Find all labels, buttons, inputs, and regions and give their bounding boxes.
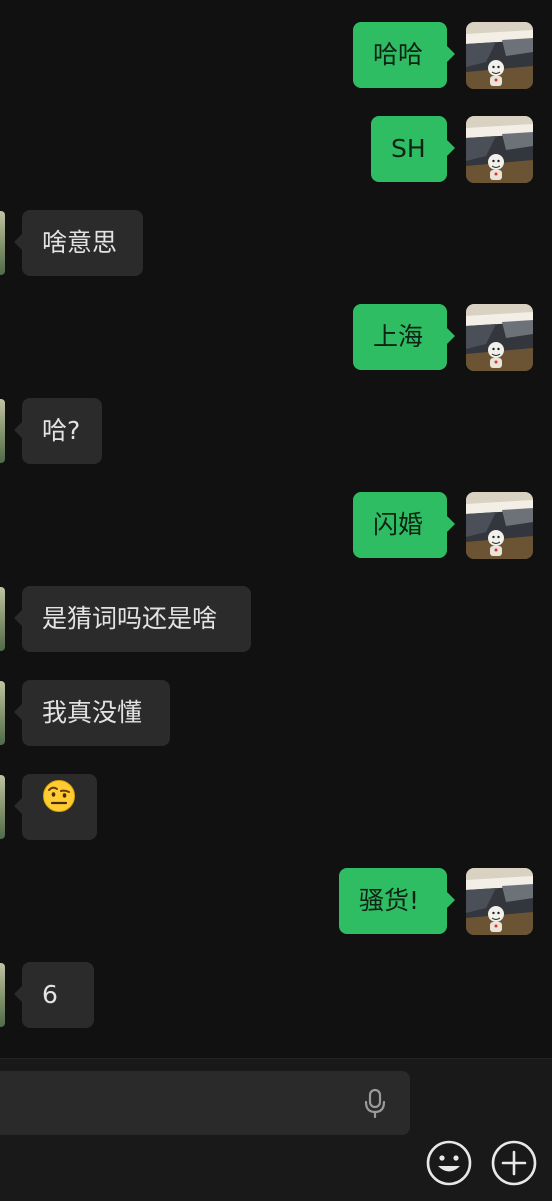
- my-avatar[interactable]: [466, 492, 533, 559]
- contact-avatar[interactable]: [0, 681, 5, 745]
- contact-avatar[interactable]: [0, 399, 5, 463]
- my-message-bubble[interactable]: SH: [371, 116, 455, 182]
- plus-circle-icon[interactable]: [490, 1139, 538, 1187]
- their-message-bubble[interactable]: 我真没懂: [14, 680, 170, 746]
- message-text: 哈?: [42, 416, 81, 445]
- my-message-bubble[interactable]: 骚货!: [339, 868, 455, 934]
- message-row: 哈哈: [0, 22, 552, 89]
- my-avatar[interactable]: [466, 304, 533, 371]
- message-row: 骚货!: [0, 868, 552, 935]
- their-message-bubble[interactable]: 是猜词吗还是啥: [14, 586, 251, 652]
- their-message-bubble[interactable]: 啥意思: [14, 210, 143, 276]
- message-row: 上海: [0, 304, 552, 371]
- message-row: SH: [0, 116, 552, 183]
- message-row: 闪婚: [0, 492, 552, 559]
- raised-eyebrow-emoji: [42, 772, 76, 838]
- their-message-bubble[interactable]: 哈?: [14, 398, 102, 464]
- smiley-face-icon[interactable]: [425, 1139, 473, 1187]
- message-text-input[interactable]: [0, 1071, 410, 1135]
- chat-message-list[interactable]: 哈哈 SH 啥意思 上海 哈? 闪婚 是猜词吗还是啥 我真没懂 骚货! 6: [0, 0, 552, 1058]
- message-text: 闪婚: [373, 510, 424, 539]
- message-text: 6: [42, 980, 58, 1009]
- message-text: 我真没懂: [42, 698, 143, 727]
- their-message-bubble[interactable]: 6: [14, 962, 94, 1028]
- message-row: [0, 774, 552, 841]
- my-message-bubble[interactable]: 闪婚: [353, 492, 455, 558]
- their-message-bubble[interactable]: [14, 772, 97, 840]
- contact-avatar[interactable]: [0, 211, 5, 275]
- message-input-bar: [0, 1058, 552, 1201]
- message-row: 我真没懂: [0, 680, 552, 747]
- my-message-bubble[interactable]: 哈哈: [353, 22, 455, 88]
- contact-avatar[interactable]: [0, 963, 5, 1027]
- message-row: 6: [0, 962, 552, 1029]
- my-avatar[interactable]: [466, 116, 533, 183]
- my-avatar[interactable]: [466, 868, 533, 935]
- message-text: 是猜词吗还是啥: [42, 604, 218, 633]
- my-message-bubble[interactable]: 上海: [353, 304, 455, 370]
- message-text: 骚货!: [359, 886, 420, 915]
- contact-avatar[interactable]: [0, 587, 5, 651]
- contact-avatar[interactable]: [0, 775, 5, 839]
- message-row: 啥意思: [0, 210, 552, 277]
- message-text: 啥意思: [42, 228, 118, 257]
- microphone-icon[interactable]: [359, 1087, 391, 1119]
- my-avatar[interactable]: [466, 22, 533, 89]
- message-text: SH: [391, 134, 426, 163]
- message-text: 上海: [373, 322, 424, 351]
- message-row: 哈?: [0, 398, 552, 465]
- message-row: 是猜词吗还是啥: [0, 586, 552, 653]
- message-text: 哈哈: [373, 40, 424, 69]
